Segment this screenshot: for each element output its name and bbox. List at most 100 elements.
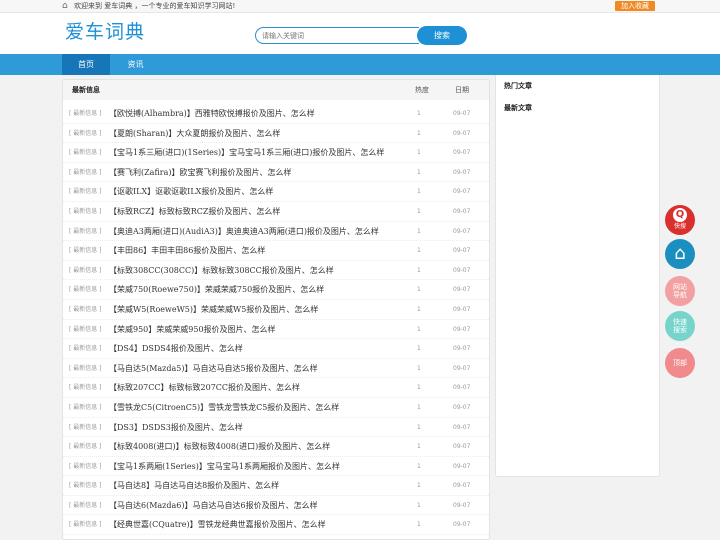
table-row[interactable]: [ 最新信息 ] 【经典世嘉(CQuatre)】雪铁龙经典世嘉报价及图片、怎么样 1… xyxy=(63,515,489,536)
fast-search-button[interactable]: 快速 搜索 xyxy=(665,311,695,341)
article-title-link[interactable]: 【雪铁龙C5(CitroenC5)】雪铁龙雪铁龙C5报价及图片、怎么样 xyxy=(109,398,409,417)
article-title-link[interactable]: 【标致207CC】标致标致207CC报价及图片、怎么样 xyxy=(109,378,409,397)
article-title-link[interactable]: 【标致308CC(308CC)】标致标致308CC报价及图片、怎么样 xyxy=(109,261,409,280)
row-tag[interactable]: [ 最新信息 ] xyxy=(69,300,102,319)
article-title-link[interactable]: 【马自达5(Mazda5)】马自达马自达5报价及图片、怎么样 xyxy=(109,359,409,378)
article-title-link[interactable]: 【赛飞利(Zafira)】欧宝赛飞利报价及图片、怎么样 xyxy=(109,163,409,182)
row-tag[interactable]: [ 最新信息 ] xyxy=(69,378,102,397)
row-tag[interactable]: [ 最新信息 ] xyxy=(69,124,102,143)
row-tag[interactable]: [ 最新信息 ] xyxy=(69,359,102,378)
row-date: 09-07 xyxy=(453,521,471,529)
row-tag[interactable]: [ 最新信息 ] xyxy=(69,320,102,339)
row-tag[interactable]: [ 最新信息 ] xyxy=(69,202,102,221)
table-row[interactable]: [ 最新信息 ] 【标致207CC】标致标致207CC报价及图片、怎么样 1 09-0… xyxy=(63,378,489,398)
table-row[interactable]: [ 最新信息 ] 【宝马1系两厢(1Series)】宝马宝马1系两厢报价及图片、怎… xyxy=(63,457,489,477)
row-tag[interactable]: [ 最新信息 ] xyxy=(69,143,102,162)
article-title-link[interactable]: 【奥迪A3两厢(进口)(AudiA3)】奥迪奥迪A3两厢(进口)报价及图片、怎么… xyxy=(109,222,409,241)
site-logo[interactable]: 爱车词典 xyxy=(65,20,145,44)
article-title-link[interactable]: 【DS3】DSDS3报价及图片、怎么样 xyxy=(109,418,409,437)
article-title-link[interactable]: 【荣威W5(RoeweW5)】荣威荣威W5报价及图片、怎么样 xyxy=(109,300,409,319)
home-float-button[interactable]: ⌂ xyxy=(665,239,695,269)
row-tag[interactable]: [ 最新信息 ] xyxy=(69,496,102,515)
article-title-link[interactable]: 【丰田86】丰田丰田86报价及图片、怎么样 xyxy=(109,241,409,260)
row-tag[interactable]: [ 最新信息 ] xyxy=(69,457,102,476)
table-row[interactable]: [ 最新信息 ] 【马自达8】马自达马自达8报价及图片、怎么样 1 09-07 xyxy=(63,476,489,496)
table-row[interactable]: [ 最新信息 ] 【标致308CC(308CC)】标致标致308CC报价及图片、怎… xyxy=(63,261,489,281)
home-icon[interactable]: ⌂ xyxy=(62,1,72,11)
row-heat: 1 xyxy=(417,482,421,490)
article-title-link[interactable]: 【经典世嘉(CQuatre)】雪铁龙经典世嘉报价及图片、怎么样 xyxy=(109,515,409,534)
table-row[interactable]: [ 最新信息 ] 【马自达6(Mazda6)】马自达马自达6报价及图片、怎么样 1 0… xyxy=(63,496,489,516)
article-title-link[interactable]: 【标致RCZ】标致标致RCZ报价及图片、怎么样 xyxy=(109,202,409,221)
article-title-link[interactable]: 【夏朗(Sharan)】大众夏朗报价及图片、怎么样 xyxy=(109,124,409,143)
row-tag[interactable]: [ 最新信息 ] xyxy=(69,241,102,260)
row-date: 09-07 xyxy=(453,325,471,333)
nav-tab-news[interactable]: 资讯 xyxy=(113,54,158,75)
row-heat: 1 xyxy=(417,247,421,255)
row-date: 09-07 xyxy=(453,227,471,235)
table-row[interactable]: [ 最新信息 ] 【DS3】DSDS3报价及图片、怎么样 1 09-07 xyxy=(63,418,489,438)
table-row[interactable]: [ 最新信息 ] 【宝马1系三厢(进口)(1Series)】宝马宝马1系三厢(进口… xyxy=(63,143,489,163)
table-row[interactable]: [ 最新信息 ] 【雪铁龙C5(CitroenC5)】雪铁龙雪铁龙C5报价及图片、… xyxy=(63,398,489,418)
article-title-link[interactable]: 【马自达6(Mazda6)】马自达马自达6报价及图片、怎么样 xyxy=(109,496,409,515)
row-heat: 1 xyxy=(417,129,421,137)
sidebar: 热门文章 最新文章 xyxy=(495,75,660,477)
row-heat: 1 xyxy=(417,188,421,196)
site-nav-button[interactable]: 网站 导航 xyxy=(665,276,695,306)
row-tag[interactable]: [ 最新信息 ] xyxy=(69,437,102,456)
column-date: 日期 xyxy=(455,86,469,94)
row-date: 09-07 xyxy=(453,462,471,470)
table-row[interactable]: [ 最新信息 ] 【荣威W5(RoeweW5)】荣威荣威W5报价及图片、怎么样 1 0… xyxy=(63,300,489,320)
article-title-link[interactable]: 【欧悦搏(Alhambra)】西雅特欧悦搏报价及图片、怎么样 xyxy=(109,104,409,123)
row-date: 09-07 xyxy=(453,443,471,451)
table-row[interactable]: [ 最新信息 ] 【DS4】DSDS4报价及图片、怎么样 1 09-07 xyxy=(63,339,489,359)
row-tag[interactable]: [ 最新信息 ] xyxy=(69,339,102,358)
row-date: 09-07 xyxy=(453,501,471,509)
article-title-link[interactable]: 【荣威950】荣威荣威950报价及图片、怎么样 xyxy=(109,320,409,339)
nav-tab-home[interactable]: 首页 xyxy=(62,54,110,75)
article-title-link[interactable]: 【荣威750(Roewe750)】荣威荣威750报价及图片、怎么样 xyxy=(109,280,409,299)
table-row[interactable]: [ 最新信息 ] 【夏朗(Sharan)】大众夏朗报价及图片、怎么样 1 09-07 xyxy=(63,124,489,144)
row-tag[interactable]: [ 最新信息 ] xyxy=(69,163,102,182)
row-tag[interactable]: [ 最新信息 ] xyxy=(69,418,102,437)
home-icon: ⌂ xyxy=(674,243,686,264)
quick-search-button[interactable]: Q 快搜 xyxy=(665,205,695,235)
row-tag[interactable]: [ 最新信息 ] xyxy=(69,222,102,241)
row-heat: 1 xyxy=(417,286,421,294)
article-title-link[interactable]: 【标致4008(进口)】标致标致4008(进口)报价及图片、怎么样 xyxy=(109,437,409,456)
table-row[interactable]: [ 最新信息 ] 【标致4008(进口)】标致标致4008(进口)报价及图片、怎么… xyxy=(63,437,489,457)
table-row[interactable]: [ 最新信息 ] 【荣威750(Roewe750)】荣威荣威750报价及图片、怎么… xyxy=(63,280,489,300)
row-date: 09-07 xyxy=(453,188,471,196)
table-row[interactable]: [ 最新信息 ] 【标致RCZ】标致标致RCZ报价及图片、怎么样 1 09-07 xyxy=(63,202,489,222)
article-title-link[interactable]: 【马自达8】马自达马自达8报价及图片、怎么样 xyxy=(109,476,409,495)
row-tag[interactable]: [ 最新信息 ] xyxy=(69,182,102,201)
row-date: 09-07 xyxy=(453,149,471,157)
row-tag[interactable]: [ 最新信息 ] xyxy=(69,104,102,123)
search-button[interactable]: 搜索 xyxy=(417,26,467,45)
article-title-link[interactable]: 【宝马1系两厢(1Series)】宝马宝马1系两厢报价及图片、怎么样 xyxy=(109,457,409,476)
row-date: 09-07 xyxy=(453,345,471,353)
row-tag[interactable]: [ 最新信息 ] xyxy=(69,398,102,417)
back-to-top-button[interactable]: 顶部 xyxy=(665,348,695,378)
table-row[interactable]: [ 最新信息 ] 【丰田86】丰田丰田86报价及图片、怎么样 1 09-07 xyxy=(63,241,489,261)
row-tag[interactable]: [ 最新信息 ] xyxy=(69,476,102,495)
table-row[interactable]: [ 最新信息 ] 【马自达5(Mazda5)】马自达马自达5报价及图片、怎么样 1 0… xyxy=(63,359,489,379)
row-heat: 1 xyxy=(417,403,421,411)
table-row[interactable]: [ 最新信息 ] 【荣威950】荣威荣威950报价及图片、怎么样 1 09-07 xyxy=(63,320,489,340)
search-input[interactable] xyxy=(255,27,419,44)
table-row[interactable]: [ 最新信息 ] 【奥迪A3两厢(进口)(AudiA3)】奥迪奥迪A3两厢(进口)… xyxy=(63,222,489,242)
row-heat: 1 xyxy=(417,384,421,392)
article-title-link[interactable]: 【讴歌ILX】讴歌讴歌ILX报价及图片、怎么样 xyxy=(109,182,409,201)
table-row[interactable]: [ 最新信息 ] 【赛飞利(Zafira)】欧宝赛飞利报价及图片、怎么样 1 09-0… xyxy=(63,163,489,183)
table-row[interactable]: [ 最新信息 ] 【欧悦搏(Alhambra)】西雅特欧悦搏报价及图片、怎么样 1 0… xyxy=(63,104,489,124)
row-date: 09-07 xyxy=(453,384,471,392)
row-tag[interactable]: [ 最新信息 ] xyxy=(69,280,102,299)
row-tag[interactable]: [ 最新信息 ] xyxy=(69,515,102,534)
table-row[interactable]: [ 最新信息 ] 【讴歌ILX】讴歌讴歌ILX报价及图片、怎么样 1 09-07 xyxy=(63,182,489,202)
welcome-text: 欢迎来到 爱车词典 ，一个专业的爱车知识学习网站! xyxy=(74,2,236,10)
article-title-link[interactable]: 【DS4】DSDS4报价及图片、怎么样 xyxy=(109,339,409,358)
row-tag[interactable]: [ 最新信息 ] xyxy=(69,261,102,280)
article-title-link[interactable]: 【宝马1系三厢(进口)(1Series)】宝马宝马1系三厢(进口)报价及图片、怎… xyxy=(109,143,409,162)
add-favorite-button[interactable]: 加入收藏 xyxy=(615,1,655,11)
row-date: 09-07 xyxy=(453,266,471,274)
